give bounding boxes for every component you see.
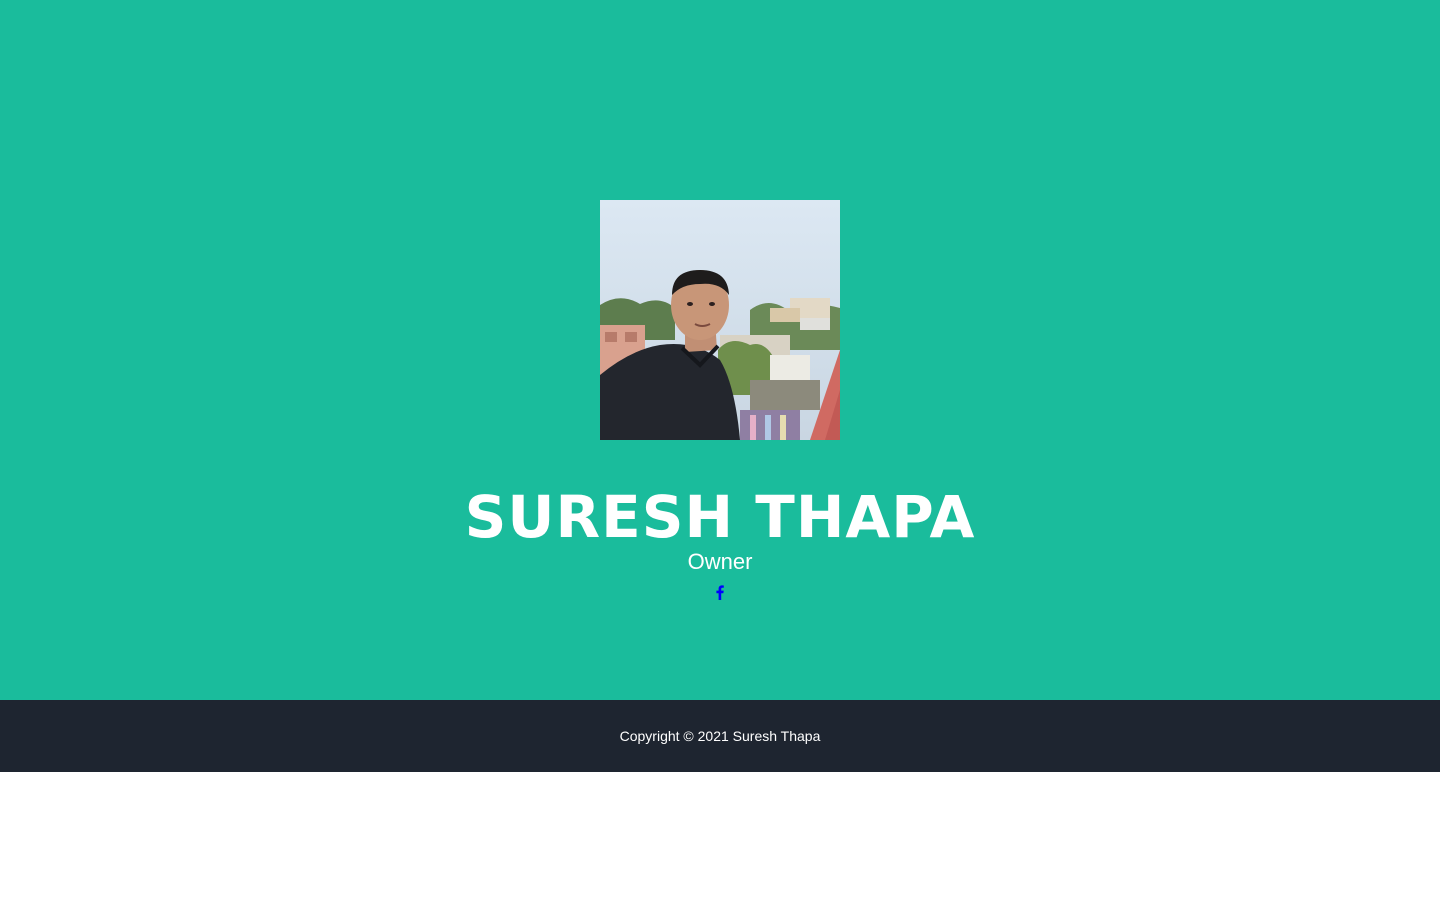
masthead: SURESH THAPA Owner <box>0 0 1440 700</box>
profile-photo-image <box>600 200 840 440</box>
facebook-icon <box>716 584 724 600</box>
profile-role: Owner <box>687 549 753 574</box>
profile-photo <box>600 200 840 440</box>
profile-name: SURESH THAPA <box>464 483 976 551</box>
facebook-link[interactable] <box>710 582 730 602</box>
footer: Copyright © 2021 Suresh Thapa <box>0 700 1440 772</box>
copyright-text: Copyright © 2021 Suresh Thapa <box>619 728 821 744</box>
